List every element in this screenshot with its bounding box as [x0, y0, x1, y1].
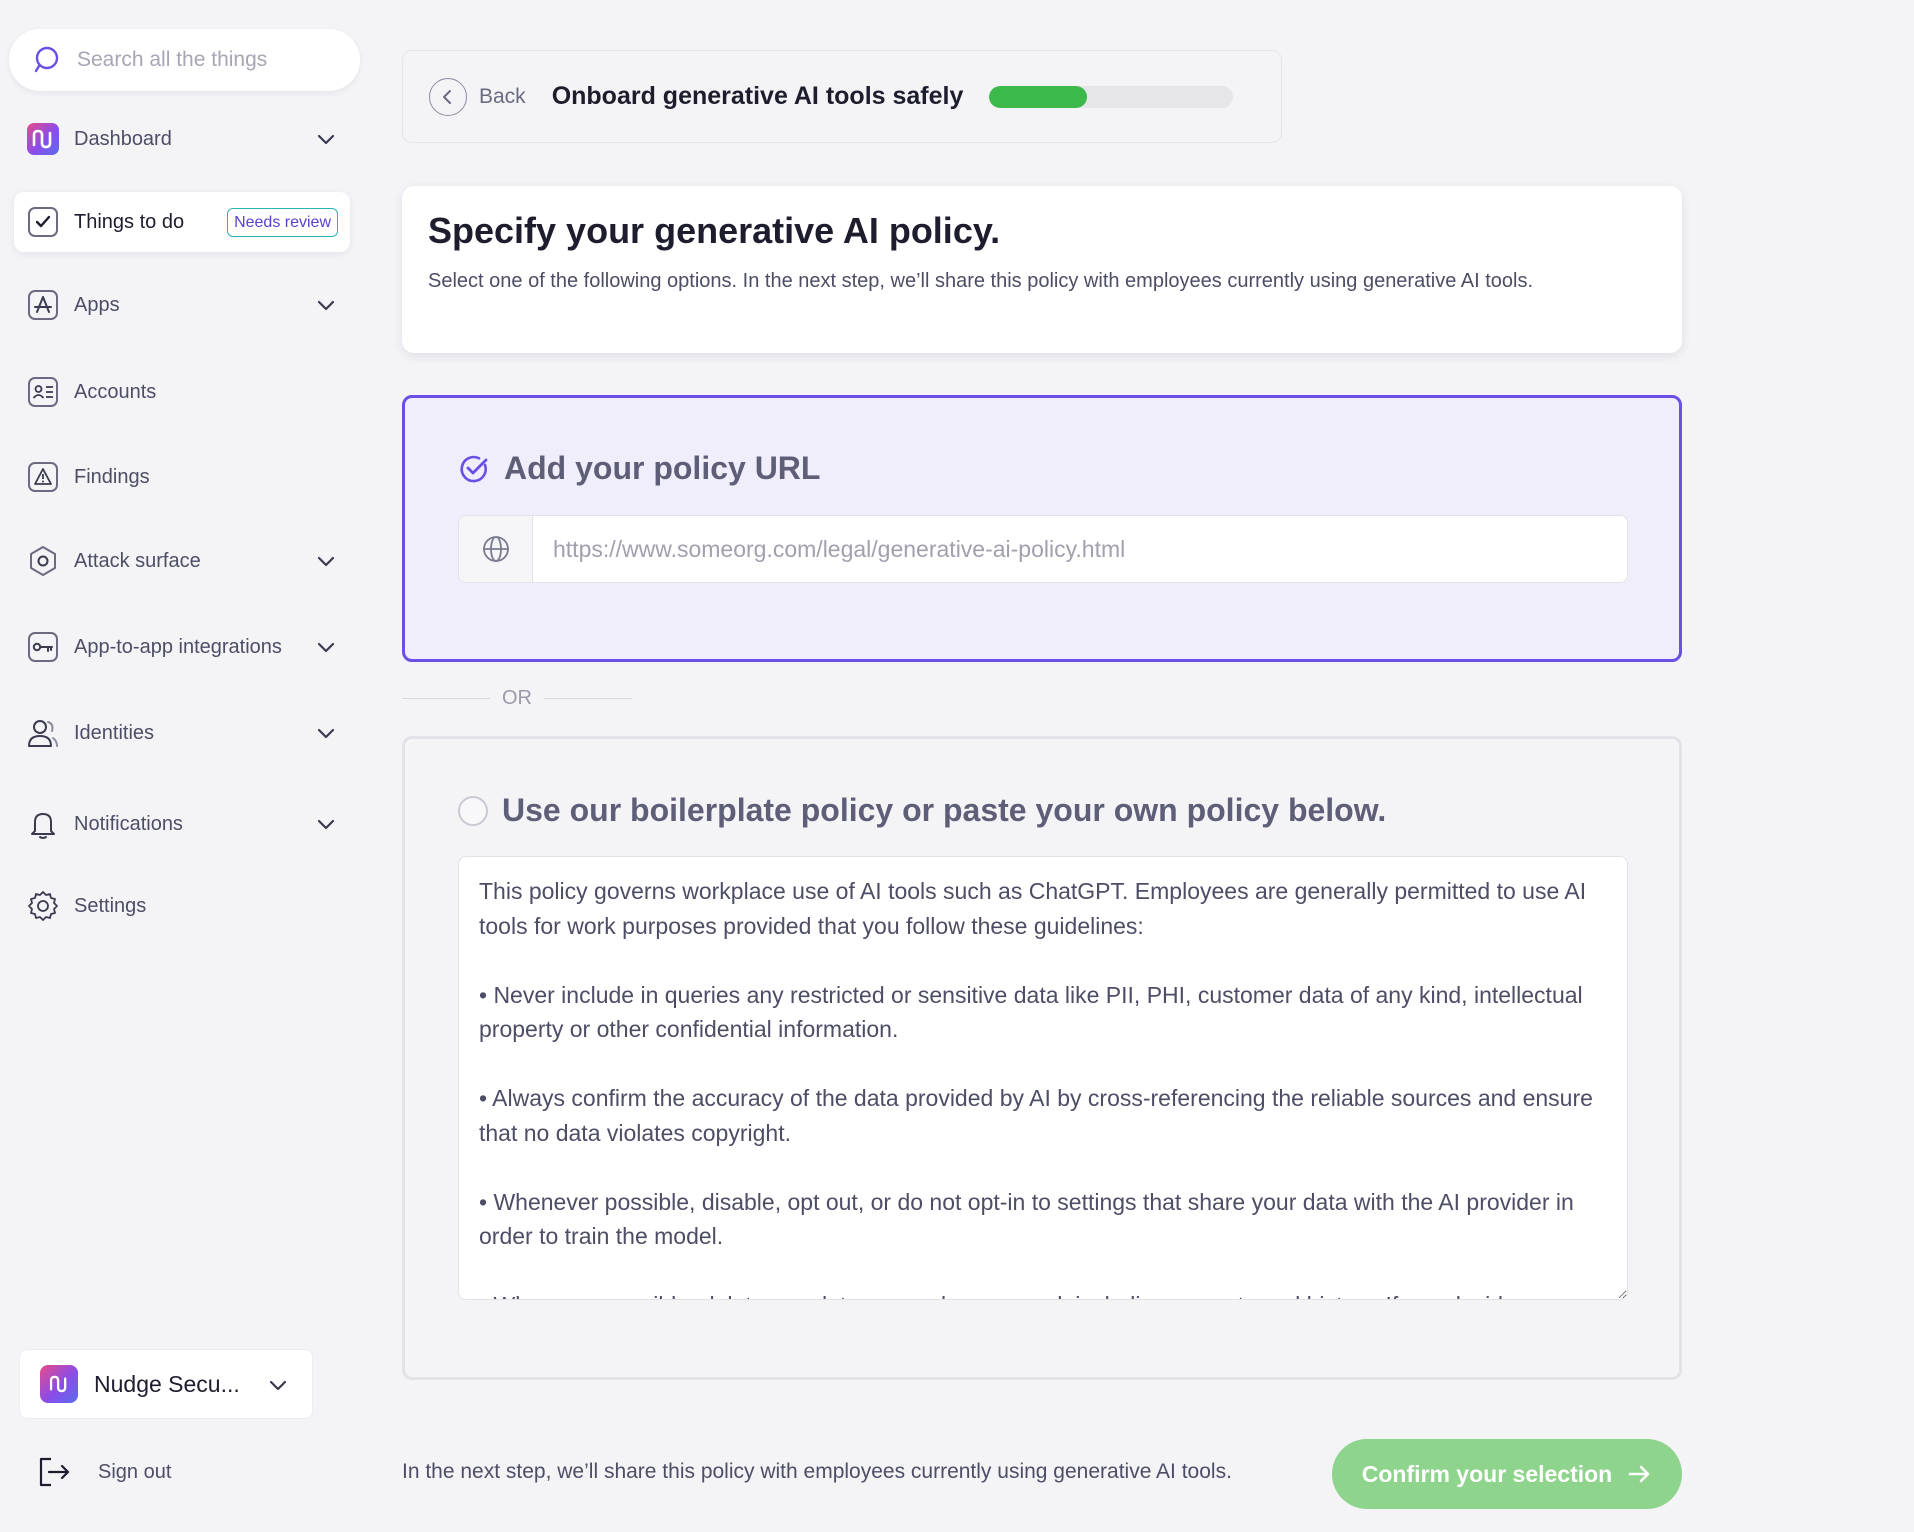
- sidebar-item-label: Accounts: [74, 380, 157, 403]
- users-icon: [26, 716, 60, 750]
- progress-fill: [989, 85, 1087, 108]
- or-divider: OR: [402, 686, 632, 710]
- sign-out-icon: [39, 1457, 70, 1487]
- sidebar-item-dashboard[interactable]: Dashboard: [14, 110, 350, 168]
- divider-line: [544, 697, 632, 699]
- sidebar-item-label: Attack surface: [74, 549, 201, 572]
- back-button[interactable]: Back: [429, 77, 526, 116]
- search-box[interactable]: [9, 29, 360, 91]
- progress-bar: [989, 85, 1234, 108]
- option-title: Add your policy URL: [504, 450, 821, 486]
- boilerplate-policy-option[interactable]: Use our boilerplate policy or paste your…: [402, 736, 1682, 1380]
- chevron-down-icon: [269, 1380, 287, 1391]
- policy-url-input[interactable]: [533, 516, 1627, 582]
- sidebar-item-attack-surface[interactable]: Attack surface: [14, 532, 350, 590]
- org-name: Nudge Secu...: [94, 1370, 240, 1397]
- sidebar-item-settings[interactable]: Settings: [14, 877, 350, 935]
- option-title: Use our boilerplate policy or paste your…: [502, 792, 1387, 828]
- sidebar-item-label: Findings: [74, 465, 150, 488]
- page-title: Specify your generative AI policy.: [428, 210, 1001, 251]
- arrow-right-icon: [1628, 1465, 1650, 1483]
- hexagon-icon: [26, 544, 60, 578]
- sidebar-item-label: Apps: [74, 293, 120, 316]
- nudge-logo-icon: [26, 122, 60, 156]
- warning-icon: [26, 460, 60, 494]
- sign-out-button[interactable]: Sign out: [36, 1452, 171, 1492]
- page-header-card: Specify your generative AI policy. Selec…: [402, 186, 1682, 353]
- chevron-down-icon[interactable]: [314, 293, 338, 317]
- chevron-down-icon[interactable]: [314, 127, 338, 151]
- policy-url-option-header[interactable]: Add your policy URL: [458, 450, 820, 487]
- sidebar-item-label: Things to do: [74, 210, 185, 233]
- apps-icon: [26, 288, 60, 322]
- sidebar-item-things-to-do[interactable]: Things to do Needs review: [14, 192, 350, 252]
- sidebar-item-label: Notifications: [74, 812, 183, 835]
- radio-unchecked-icon[interactable]: [458, 795, 488, 826]
- id-card-icon: [26, 375, 60, 409]
- page-subtitle: Select one of the following options. In …: [428, 270, 1534, 292]
- radio-checked-icon[interactable]: [458, 453, 490, 485]
- org-switcher[interactable]: Nudge Secu...: [19, 1349, 313, 1419]
- policy-url-option[interactable]: Add your policy URL: [402, 395, 1682, 662]
- chevron-down-icon[interactable]: [314, 549, 338, 573]
- globe-icon: [459, 516, 533, 582]
- search-icon: [34, 46, 59, 73]
- bell-icon: [26, 807, 60, 841]
- search-input[interactable]: [77, 48, 347, 72]
- boilerplate-option-header[interactable]: Use our boilerplate policy or paste your…: [458, 792, 1386, 829]
- confirm-selection-button[interactable]: Confirm your selection: [1332, 1439, 1682, 1509]
- sidebar-item-notifications[interactable]: Notifications: [14, 795, 350, 853]
- policy-url-field[interactable]: [458, 515, 1628, 583]
- sidebar-item-label: Dashboard: [74, 127, 172, 150]
- key-icon: [26, 630, 60, 664]
- sidebar-item-label: Identities: [74, 721, 155, 744]
- chevron-down-icon[interactable]: [314, 812, 338, 836]
- sidebar-item-label: Settings: [74, 894, 147, 917]
- wizard-title: Onboard generative AI tools safely: [551, 82, 964, 110]
- footer-note: In the next step, we’ll share this polic…: [402, 1460, 1232, 1483]
- confirm-label: Confirm your selection: [1361, 1460, 1613, 1487]
- divider-line: [402, 697, 490, 699]
- gear-icon: [26, 889, 60, 923]
- sidebar-item-accounts[interactable]: Accounts: [14, 363, 350, 421]
- nudge-logo-icon: [40, 1365, 78, 1403]
- wizard-topbar: Back Onboard generative AI tools safely: [402, 50, 1282, 143]
- sidebar-item-findings[interactable]: Findings: [14, 448, 350, 506]
- sidebar-item-identities[interactable]: Identities: [14, 704, 350, 762]
- policy-textarea[interactable]: This policy governs workplace use of AI …: [458, 856, 1628, 1300]
- sidebar: Dashboard Things to do Needs review Apps: [0, 0, 372, 1532]
- or-label: OR: [502, 686, 532, 709]
- needs-review-badge: Needs review: [227, 208, 338, 237]
- sidebar-item-apps[interactable]: Apps: [14, 276, 350, 334]
- checkbox-icon: [26, 205, 60, 239]
- sidebar-item-label: App-to-app integrations: [74, 635, 282, 658]
- sign-out-label: Sign out: [98, 1460, 172, 1483]
- chevron-down-icon[interactable]: [314, 721, 338, 745]
- sidebar-item-app-to-app-integrations[interactable]: App-to-app integrations: [14, 618, 350, 676]
- chevron-left-icon: [429, 77, 467, 116]
- back-label: Back: [479, 84, 526, 108]
- chevron-down-icon[interactable]: [314, 635, 338, 659]
